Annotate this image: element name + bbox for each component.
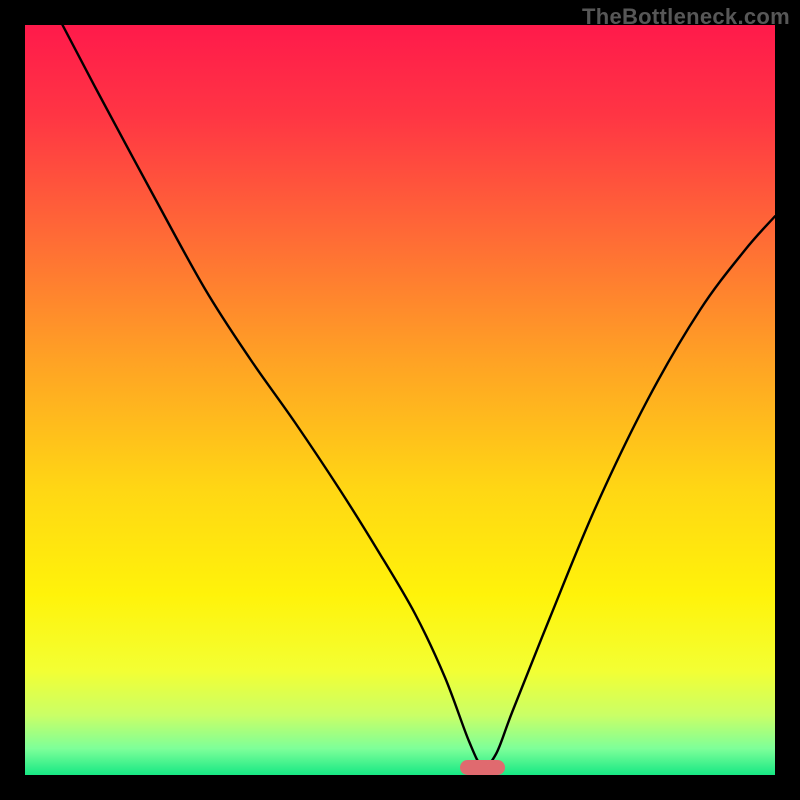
watermark-text: TheBottleneck.com <box>582 4 790 30</box>
bottleneck-chart <box>25 25 775 775</box>
optimal-range-marker <box>460 760 505 775</box>
plot-background <box>25 25 775 775</box>
chart-frame: TheBottleneck.com <box>0 0 800 800</box>
